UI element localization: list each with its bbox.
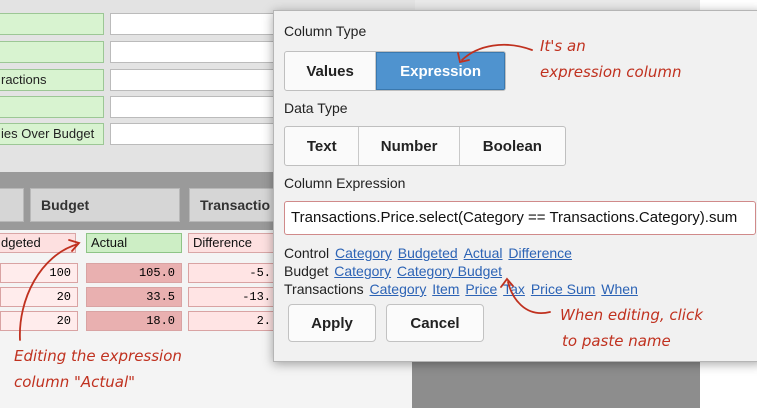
arrow-paste	[507, 281, 551, 314]
annotation-line: When editing, click	[560, 306, 703, 324]
arrow-actual	[19, 243, 79, 341]
arrow-head	[500, 277, 514, 288]
annotation-line: It's an	[540, 37, 586, 55]
annotation-line: to paste name	[562, 332, 671, 350]
annotation-line: column "Actual"	[14, 373, 136, 391]
annotation-line: Editing the expression	[14, 347, 182, 365]
annotation-actual-note: Editing the expression column "Actual"	[14, 343, 182, 395]
annotation-expression-note: It's an expression column	[540, 33, 682, 85]
annotation-line: expression column	[540, 63, 682, 81]
arrow-expression	[461, 43, 533, 61]
annotation-editing-note: When editing, click to paste name	[560, 302, 703, 354]
